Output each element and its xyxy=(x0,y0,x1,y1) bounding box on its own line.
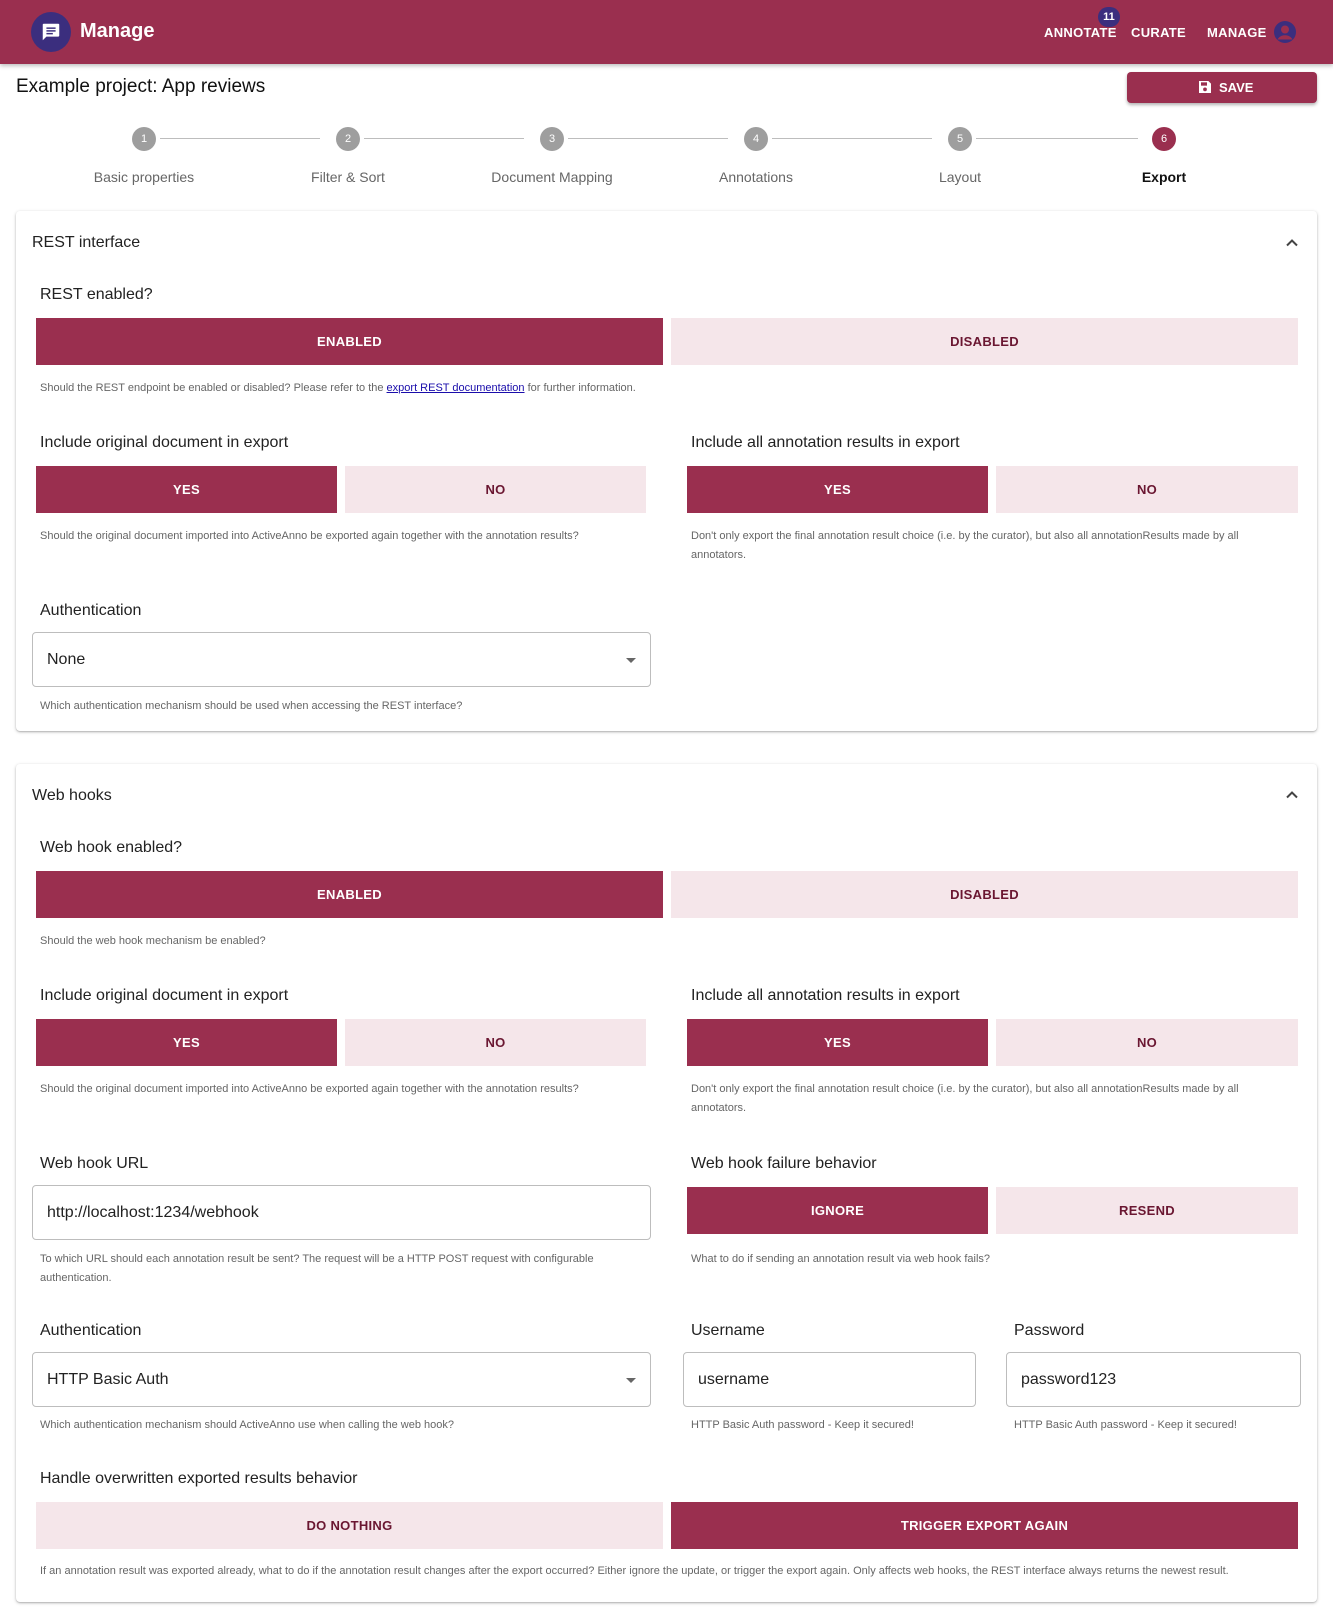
step-connector xyxy=(364,138,524,139)
username-value: username xyxy=(698,1371,770,1388)
trigger-export-again-button[interactable]: TRIGGER EXPORT AGAIN xyxy=(671,1502,1298,1549)
rest-enabled-help: Should the REST endpoint be enabled or d… xyxy=(40,379,636,398)
step-connector xyxy=(976,138,1138,139)
webhook-include-doc-no-button[interactable]: NO xyxy=(345,1019,646,1066)
webhook-include-doc-help: Should the original document imported in… xyxy=(40,1083,579,1095)
webhook-failure-ignore-button[interactable]: IGNORE xyxy=(687,1187,988,1234)
webhook-include-all-help: Don't only export the final annotation r… xyxy=(691,1083,1239,1114)
webhook-url-input[interactable]: http://localhost:1234/webhook xyxy=(32,1185,651,1240)
step-1-label[interactable]: Basic properties xyxy=(44,169,244,185)
account-icon[interactable] xyxy=(1274,21,1296,43)
username-label: Username xyxy=(691,1322,765,1339)
webhook-enabled-help: Should the web hook mechanism be enabled… xyxy=(40,935,266,947)
step-2-circle[interactable]: 2 xyxy=(336,127,360,151)
step-3-circle[interactable]: 3 xyxy=(540,127,564,151)
step-3-label[interactable]: Document Mapping xyxy=(452,169,652,185)
rest-include-doc-yes-button[interactable]: YES xyxy=(36,466,337,513)
webhook-auth-help: Which authentication mechanism should Ac… xyxy=(40,1419,454,1431)
username-input[interactable]: username xyxy=(683,1352,976,1407)
web-hooks-panel: Web hooks Web hook enabled? ENABLED DISA… xyxy=(16,764,1317,1602)
step-5-label[interactable]: Layout xyxy=(860,169,1060,185)
save-icon xyxy=(1199,81,1211,93)
webhook-auth-value: HTTP Basic Auth xyxy=(47,1371,169,1388)
webhook-url-help: To which URL should each annotation resu… xyxy=(40,1253,594,1284)
webhook-include-all-yes-button[interactable]: YES xyxy=(687,1019,988,1066)
step-1-circle[interactable]: 1 xyxy=(132,127,156,151)
webhook-failure-resend-button[interactable]: RESEND xyxy=(996,1187,1298,1234)
webhook-enabled-button[interactable]: ENABLED xyxy=(36,871,663,918)
rest-auth-label: Authentication xyxy=(40,602,142,619)
chevron-up-icon[interactable] xyxy=(1285,788,1299,802)
step-6-circle[interactable]: 6 xyxy=(1152,127,1176,151)
dropdown-arrow-icon xyxy=(626,1378,636,1383)
rest-enabled-label: REST enabled? xyxy=(40,286,153,303)
webhook-include-doc-label: Include original document in export xyxy=(40,987,289,1004)
username-help: HTTP Basic Auth password - Keep it secur… xyxy=(691,1419,914,1431)
step-6-label[interactable]: Export xyxy=(1064,169,1264,185)
page-title: Example project: App reviews xyxy=(16,76,266,97)
do-nothing-button[interactable]: DO NOTHING xyxy=(36,1502,663,1549)
rest-include-all-no-button[interactable]: NO xyxy=(996,466,1298,513)
webhook-disabled-button[interactable]: DISABLED xyxy=(671,871,1298,918)
dropdown-arrow-icon xyxy=(626,658,636,663)
webhook-include-doc-yes-button[interactable]: YES xyxy=(36,1019,337,1066)
webhook-auth-label: Authentication xyxy=(40,1322,142,1339)
webhook-enabled-label: Web hook enabled? xyxy=(40,839,183,856)
rest-include-all-label: Include all annotation results in export xyxy=(691,434,960,451)
step-5-circle[interactable]: 5 xyxy=(948,127,972,151)
webhook-failure-help: What to do if sending an annotation resu… xyxy=(691,1253,991,1265)
chevron-up-icon[interactable] xyxy=(1285,236,1299,250)
webhook-include-all-label: Include all annotation results in export xyxy=(691,987,960,1004)
password-value: password123 xyxy=(1021,1371,1117,1388)
rest-auth-select[interactable]: None xyxy=(32,632,651,687)
webhooks-panel-title[interactable]: Web hooks xyxy=(32,787,112,805)
password-label: Password xyxy=(1014,1322,1085,1339)
app-bar: Manage ANNOTATE 11 CURATE MANAGE xyxy=(0,0,1333,64)
step-4-label[interactable]: Annotations xyxy=(656,169,856,185)
save-button-label: SAVE xyxy=(1219,80,1254,95)
rest-include-doc-label: Include original document in export xyxy=(40,434,289,451)
rest-include-all-help: Don't only export the final annotation r… xyxy=(691,530,1239,561)
overwrite-behavior-help: If an annotation result was exported alr… xyxy=(40,1565,1229,1577)
rest-help-text: Should the REST endpoint be enabled or d… xyxy=(40,382,387,394)
rest-help-text-end: for further information. xyxy=(524,382,636,394)
overwrite-behavior-label: Handle overwritten exported results beha… xyxy=(40,1470,358,1487)
password-help: HTTP Basic Auth password - Keep it secur… xyxy=(1014,1419,1237,1431)
export-rest-documentation-link[interactable]: export REST documentation xyxy=(387,382,525,394)
step-connector xyxy=(772,138,932,139)
webhook-include-all-no-button[interactable]: NO xyxy=(996,1019,1298,1066)
rest-include-doc-no-button[interactable]: NO xyxy=(345,466,646,513)
nav-manage[interactable]: MANAGE xyxy=(1207,25,1267,40)
nav-curate[interactable]: CURATE xyxy=(1131,25,1186,40)
rest-panel-title[interactable]: REST interface xyxy=(32,234,140,252)
webhook-auth-select[interactable]: HTTP Basic Auth xyxy=(32,1352,651,1407)
webhook-url-label: Web hook URL xyxy=(40,1155,149,1172)
rest-auth-value: None xyxy=(47,651,86,668)
nav-annotate[interactable]: ANNOTATE xyxy=(1044,25,1117,40)
rest-auth-help: Which authentication mechanism should be… xyxy=(40,700,463,712)
step-2-label[interactable]: Filter & Sort xyxy=(248,169,448,185)
rest-interface-panel: REST interface REST enabled? ENABLED DIS… xyxy=(16,211,1317,731)
rest-include-all-yes-button[interactable]: YES xyxy=(687,466,988,513)
rest-disabled-button[interactable]: DISABLED xyxy=(671,318,1298,365)
app-logo xyxy=(31,12,71,52)
message-icon xyxy=(42,23,60,41)
step-4-circle[interactable]: 4 xyxy=(744,127,768,151)
step-connector xyxy=(568,138,728,139)
rest-include-doc-help: Should the original document imported in… xyxy=(40,530,579,542)
webhook-url-value: http://localhost:1234/webhook xyxy=(47,1204,259,1221)
step-connector xyxy=(160,138,320,139)
password-input[interactable]: password123 xyxy=(1006,1352,1301,1407)
annotate-count-badge: 11 xyxy=(1098,7,1120,27)
save-button[interactable]: SAVE xyxy=(1127,72,1317,103)
webhook-failure-label: Web hook failure behavior xyxy=(691,1155,877,1172)
app-title: Manage xyxy=(80,20,155,42)
rest-enabled-button[interactable]: ENABLED xyxy=(36,318,663,365)
